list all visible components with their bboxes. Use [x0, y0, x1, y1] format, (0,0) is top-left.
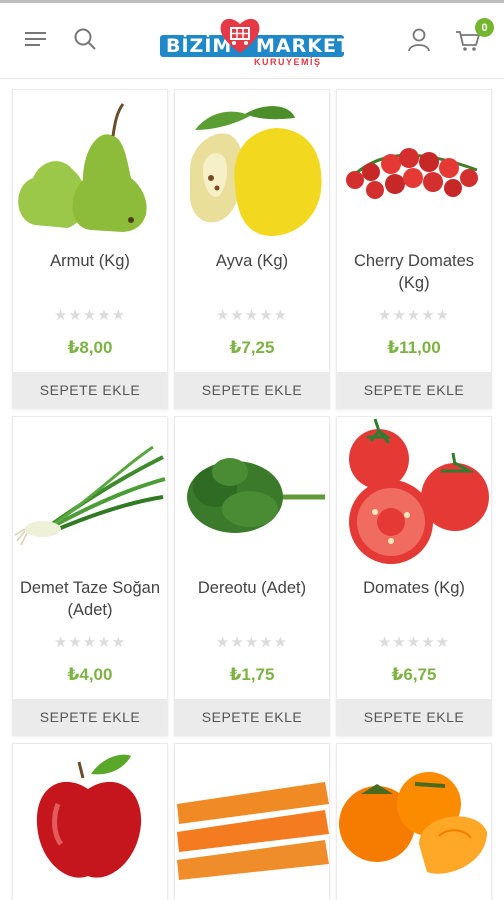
product-card[interactable] [336, 743, 492, 900]
product-name[interactable]: Demet Taze Soğan (Adet) [13, 577, 167, 621]
menu-icon [25, 32, 46, 46]
product-card[interactable] [12, 743, 168, 900]
cherry-tomatoes-image [346, 148, 478, 199]
tomatoes-image [349, 418, 489, 564]
product-card[interactable]: Armut (Kg) ★★★★★ ₺8,00 SEPETE EKLE [12, 89, 168, 409]
product-price: ₺4,00 [67, 665, 113, 684]
dill-image [187, 458, 325, 533]
product-name[interactable]: Dereotu (Adet) [175, 577, 329, 599]
user-icon [408, 28, 430, 52]
rating-stars: ★★★★★ [377, 634, 451, 651]
product-card[interactable]: Dereotu (Adet) ★★★★★ ₺1,75 SEPETE EKLE [174, 416, 330, 736]
green-onion-image [14, 445, 166, 546]
search-icon [74, 28, 96, 50]
rating-stars: ★★★★★ [215, 307, 289, 324]
cart-count-badge: 0 [475, 18, 494, 37]
add-to-cart-button[interactable]: SEPETE EKLE [13, 372, 167, 408]
product-price: ₺8,00 [67, 338, 113, 357]
carrots-image [177, 782, 329, 880]
product-card[interactable]: Ayva (Kg) ★★★★★ ₺7,25 SEPETE EKLE [174, 89, 330, 409]
product-name[interactable]: Armut (Kg) [13, 250, 167, 272]
search-button[interactable] [71, 25, 99, 53]
persimmon-image [339, 772, 487, 874]
add-to-cart-button[interactable]: SEPETE EKLE [13, 699, 167, 735]
product-card[interactable]: Cherry Domates (Kg) ★★★★★ ₺11,00 SEPETE … [336, 89, 492, 409]
app-header: BİZİM MARKET KURUYEMİŞ 0 [0, 3, 504, 79]
logo-text-right: MARKET [256, 35, 351, 57]
product-price: ₺11,00 [387, 338, 441, 357]
menu-button[interactable] [22, 25, 50, 53]
product-card[interactable]: Domates (Kg) ★★★★★ ₺6,75 SEPETE EKLE [336, 416, 492, 736]
rating-stars: ★★★★★ [215, 634, 289, 651]
product-price: ₺7,25 [229, 338, 275, 357]
add-to-cart-button[interactable]: SEPETE EKLE [175, 372, 329, 408]
rating-stars: ★★★★★ [53, 634, 127, 651]
rating-stars: ★★★★★ [53, 307, 127, 324]
add-to-cart-button[interactable]: SEPETE EKLE [337, 699, 491, 735]
product-name[interactable]: Ayva (Kg) [175, 250, 329, 272]
rating-stars: ★★★★★ [377, 307, 451, 324]
product-name[interactable]: Domates (Kg) [337, 577, 491, 599]
product-price: ₺6,75 [391, 665, 437, 684]
add-to-cart-button[interactable]: SEPETE EKLE [337, 372, 491, 408]
product-card[interactable]: Demet Taze Soğan (Adet) ★★★★★ ₺4,00 SEPE… [12, 416, 168, 736]
quince-image [190, 106, 322, 236]
logo-subtitle: KURUYEMİŞ [254, 57, 322, 67]
product-name[interactable]: Cherry Domates (Kg) [337, 250, 491, 294]
account-button[interactable] [404, 25, 434, 55]
add-to-cart-button[interactable]: SEPETE EKLE [175, 699, 329, 735]
apple-image [36, 754, 142, 878]
pear-image [18, 103, 147, 232]
brand-logo[interactable]: BİZİM MARKET KURUYEMİŞ [160, 15, 350, 69]
product-card[interactable] [174, 743, 330, 900]
product-price: ₺1,75 [229, 665, 275, 684]
